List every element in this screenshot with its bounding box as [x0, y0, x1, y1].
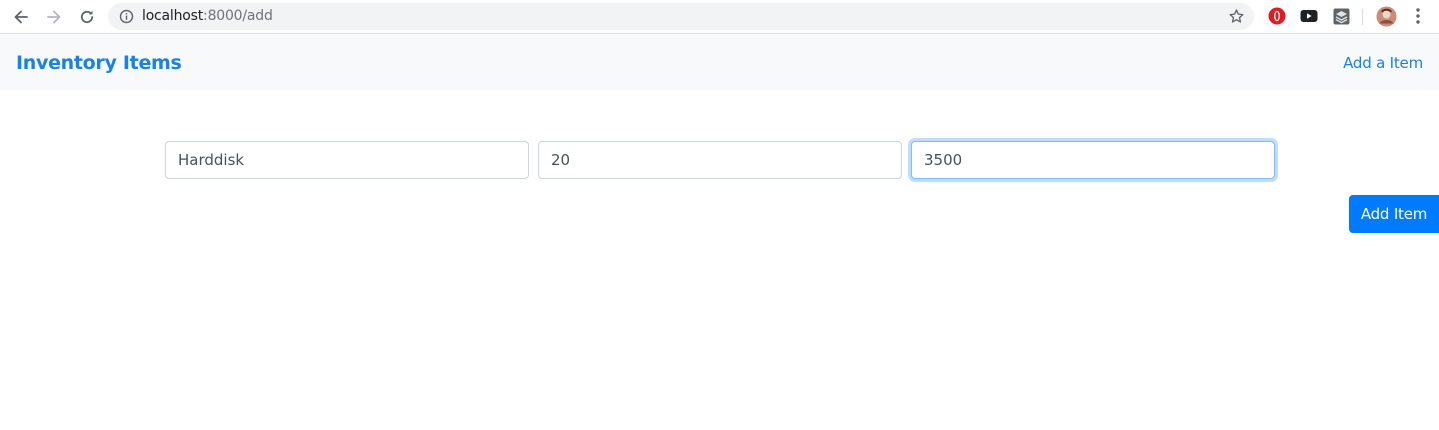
navbar-brand[interactable]: Inventory Items — [16, 52, 182, 74]
browser-menu-button[interactable] — [1408, 6, 1428, 26]
reload-icon — [80, 10, 94, 24]
opera-extension[interactable] — [1267, 6, 1287, 26]
browser-toolbar: localhost:8000/add — [0, 0, 1439, 34]
reload-button[interactable] — [76, 6, 98, 28]
back-arrow-icon — [14, 10, 28, 24]
toolbar-separator — [1362, 9, 1363, 25]
profile-button[interactable] — [1375, 5, 1397, 27]
opera-icon — [1268, 7, 1286, 25]
youtube-extension[interactable] — [1299, 6, 1319, 26]
address-bar[interactable]: localhost:8000/add — [108, 3, 1254, 30]
add-item-link[interactable]: Add a Item — [1343, 54, 1423, 72]
forward-button[interactable] — [43, 6, 65, 28]
forward-arrow-icon — [47, 10, 61, 24]
star-icon[interactable] — [1228, 8, 1245, 25]
item-price-input[interactable] — [911, 141, 1275, 179]
url-text[interactable]: localhost:8000/add — [142, 8, 273, 24]
profile-avatar — [1376, 6, 1396, 26]
menu-dots-icon — [1416, 8, 1420, 24]
url-path: :8000/add — [203, 8, 273, 24]
item-quantity-input[interactable] — [538, 141, 902, 179]
info-icon[interactable] — [119, 9, 134, 24]
back-button[interactable] — [10, 6, 32, 28]
item-name-input[interactable] — [165, 141, 529, 179]
extension-button[interactable] — [1331, 6, 1351, 26]
app-navbar: Inventory Items Add a Item — [0, 35, 1439, 90]
add-item-button[interactable]: Add Item — [1349, 195, 1439, 233]
youtube-icon — [1300, 10, 1318, 22]
url-host: localhost — [142, 8, 204, 24]
extension-icon — [1333, 8, 1349, 24]
